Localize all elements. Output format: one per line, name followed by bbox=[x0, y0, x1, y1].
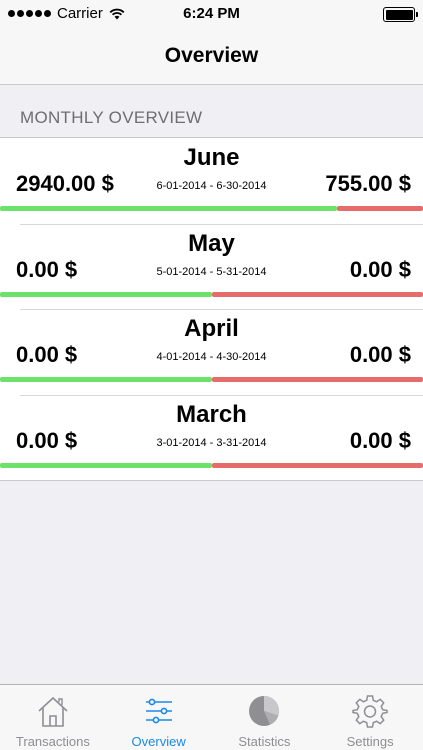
month-row-april[interactable]: April 0.00 $ 4-01-2014 - 4-30-2014 0.00 … bbox=[0, 309, 423, 395]
monthly-list: June 2940.00 $ 6-01-2014 - 6-30-2014 755… bbox=[0, 137, 423, 481]
expense-bar bbox=[211, 377, 423, 382]
tab-statistics[interactable]: Statistics bbox=[212, 685, 318, 750]
balance-bar bbox=[0, 291, 423, 297]
expense-bar bbox=[211, 291, 423, 297]
tab-label: Settings bbox=[346, 734, 394, 749]
month-name: May bbox=[188, 229, 235, 257]
status-time: 6:24 PM bbox=[183, 5, 240, 22]
battery-icon bbox=[383, 7, 418, 22]
month-name: March bbox=[176, 400, 247, 428]
page-title: Overview bbox=[164, 44, 259, 67]
expense-amount: 755.00 $ bbox=[325, 171, 411, 196]
tab-bar: Transactions Overview Statistics Setting… bbox=[0, 684, 423, 750]
month-name: April bbox=[184, 315, 239, 342]
status-bar: Carrier 6:24 PM bbox=[0, 0, 423, 28]
month-name: June bbox=[183, 144, 240, 171]
sliders-icon bbox=[145, 698, 172, 724]
tab-settings[interactable]: Settings bbox=[317, 685, 423, 750]
tab-label: Transactions bbox=[15, 734, 90, 749]
income-bar bbox=[0, 291, 212, 297]
expense-amount: 0.00 $ bbox=[349, 342, 411, 367]
income-bar bbox=[0, 206, 337, 211]
section-header: MONTHLY OVERVIEW bbox=[20, 108, 203, 127]
expense-amount: 0.00 $ bbox=[349, 256, 411, 282]
tab-overview[interactable]: Overview bbox=[106, 685, 212, 750]
month-row-june[interactable]: June 2940.00 $ 6-01-2014 - 6-30-2014 755… bbox=[0, 138, 423, 224]
month-row-may[interactable]: May 0.00 $ 5-01-2014 - 5-31-2014 0.00 $ bbox=[0, 223, 423, 310]
income-bar bbox=[0, 462, 212, 468]
house-icon bbox=[38, 696, 68, 727]
pie-chart-icon bbox=[249, 696, 280, 726]
tab-label: Statistics bbox=[238, 734, 291, 749]
expense-bar bbox=[211, 462, 423, 468]
tab-label: Overview bbox=[131, 734, 186, 749]
gear-icon bbox=[352, 695, 388, 728]
balance-bar bbox=[0, 206, 423, 211]
tab-transactions[interactable]: Transactions bbox=[0, 685, 106, 750]
expense-bar bbox=[336, 206, 423, 211]
balance-bar bbox=[0, 462, 423, 468]
income-bar bbox=[0, 377, 212, 382]
month-row-march[interactable]: March 0.00 $ 3-01-2014 - 3-31-2014 0.00 … bbox=[0, 394, 423, 481]
navigation-bar: Overview bbox=[0, 28, 423, 85]
balance-bar bbox=[0, 377, 423, 382]
expense-amount: 0.00 $ bbox=[349, 427, 411, 453]
